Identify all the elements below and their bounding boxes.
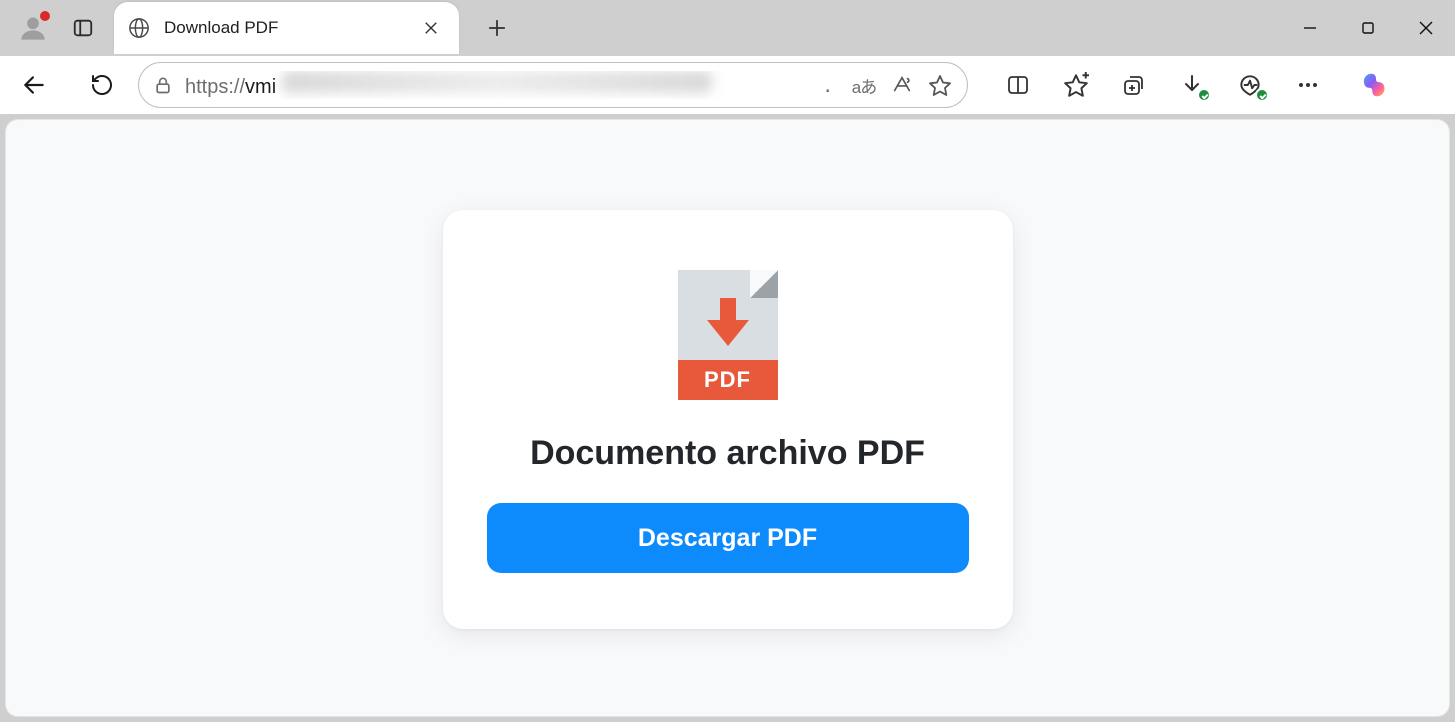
url-text: https://vmi <box>185 71 812 99</box>
window-close-button[interactable] <box>1397 0 1455 56</box>
check-badge-icon <box>1255 88 1269 102</box>
pdf-file-icon: PDF <box>678 270 778 400</box>
browser-toolbar: https://vmi . aあ <box>0 56 1455 114</box>
download-card: PDF Documento archivo PDF Descargar PDF <box>443 210 1013 629</box>
browser-tab[interactable]: Download PDF <box>114 2 459 54</box>
favorite-star-icon[interactable] <box>927 72 953 98</box>
url-redacted <box>282 71 712 93</box>
download-pdf-button[interactable]: Descargar PDF <box>487 503 969 573</box>
check-badge-icon <box>1197 88 1211 102</box>
globe-icon <box>128 17 150 39</box>
more-menu-icon[interactable] <box>1294 71 1322 99</box>
browser-viewport: PDF Documento archivo PDF Descargar PDF <box>0 114 1455 722</box>
tab-close-button[interactable] <box>417 14 445 42</box>
read-aloud-icon[interactable] <box>889 72 915 98</box>
profile-button[interactable] <box>18 13 48 43</box>
address-bar[interactable]: https://vmi . aあ <box>138 62 968 108</box>
split-screen-icon[interactable] <box>1004 71 1032 99</box>
card-heading: Documento archivo PDF <box>530 434 925 473</box>
downloads-icon[interactable] <box>1178 71 1206 99</box>
tab-title: Download PDF <box>164 18 403 38</box>
window-minimize-button[interactable] <box>1281 0 1339 56</box>
performance-icon[interactable] <box>1236 71 1264 99</box>
favorites-icon[interactable] <box>1062 71 1090 99</box>
pdf-badge-label: PDF <box>678 360 778 400</box>
page-content: PDF Documento archivo PDF Descargar PDF <box>6 120 1449 716</box>
titlebar: Download PDF <box>0 0 1455 56</box>
url-scheme: https:// <box>185 76 245 99</box>
new-tab-button[interactable] <box>477 8 517 48</box>
lock-icon <box>153 75 173 95</box>
window-controls <box>1281 0 1455 56</box>
translate-icon[interactable]: aあ <box>851 72 877 98</box>
url-host: vmi <box>245 76 276 99</box>
copilot-icon[interactable] <box>1360 68 1394 102</box>
back-button[interactable] <box>14 65 54 105</box>
collections-icon[interactable] <box>1120 71 1148 99</box>
refresh-button[interactable] <box>82 65 122 105</box>
window-maximize-button[interactable] <box>1339 0 1397 56</box>
notification-dot-icon <box>40 11 50 21</box>
tab-actions-button[interactable] <box>70 15 96 41</box>
